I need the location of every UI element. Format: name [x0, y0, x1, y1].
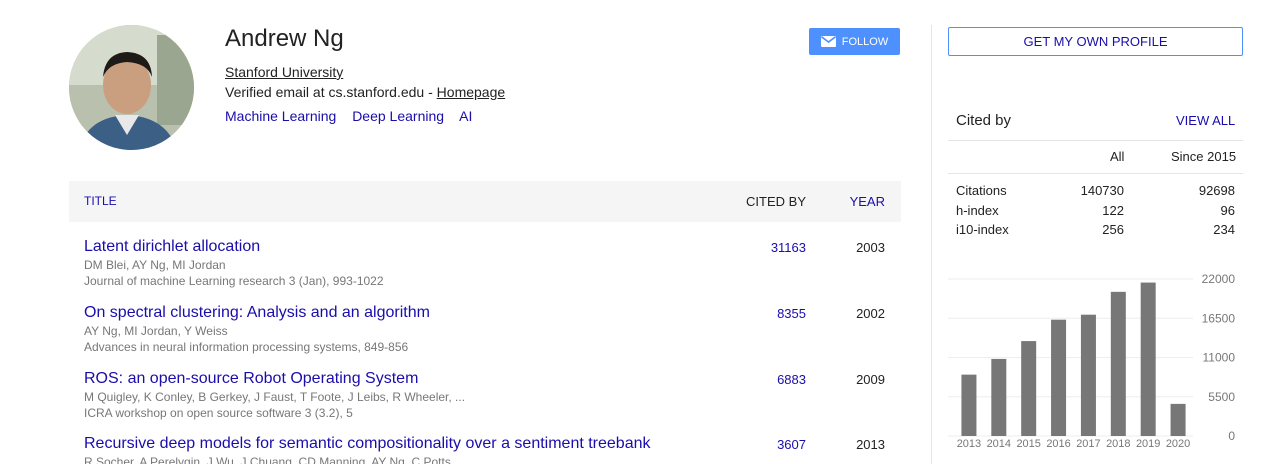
follow-label: FOLLOW — [841, 35, 889, 48]
bar — [1080, 314, 1096, 436]
article-cited-by-link[interactable]: 6883 — [777, 372, 806, 387]
homepage-link[interactable]: Homepage — [437, 84, 506, 100]
profile-photo — [69, 25, 194, 150]
x-tick-label: 2015 — [1016, 438, 1040, 450]
cited-by-title: Cited by — [956, 112, 1012, 129]
divider — [948, 140, 1243, 141]
follow-button[interactable]: FOLLOW — [809, 28, 900, 55]
x-tick-label: 2014 — [987, 438, 1011, 450]
sort-by-cited[interactable]: CITED BY — [746, 194, 806, 209]
y-tick-label: 22000 — [1202, 272, 1236, 286]
interest-ai[interactable]: AI — [459, 108, 472, 124]
x-tick-label: 2019 — [1136, 438, 1160, 450]
article-title-link[interactable]: Latent dirichlet allocation — [84, 238, 260, 256]
verified-email: Verified email at cs.stanford.edu - Home… — [225, 84, 505, 100]
article-year: 2002 — [856, 306, 885, 321]
col-all-header: All — [1110, 149, 1125, 164]
article-row: ROS: an open-source Robot Operating Syst… — [69, 370, 901, 430]
citations-per-year-chart: 22000 16500 11000 5500 0 2013 2014 2015 2016 2017… — [948, 272, 1236, 450]
article-cited-by-link[interactable]: 31163 — [771, 240, 806, 255]
article-year: 2009 — [856, 372, 885, 387]
y-tick-label: 0 — [1228, 429, 1235, 443]
bar — [1051, 319, 1067, 436]
y-tick-label: 11000 — [1203, 351, 1236, 365]
article-row: Recursive deep models for semantic compo… — [69, 435, 901, 464]
divider — [948, 173, 1243, 174]
article-venue: Advances in neural information processin… — [84, 340, 409, 354]
article-authors: R Socher, A Perelygin, J Wu, J Chuang, C… — [84, 455, 451, 464]
column-divider — [931, 25, 932, 464]
stat-row: Citations 140730 92698 — [948, 183, 1243, 203]
bar — [961, 374, 977, 436]
x-tick-label: 2016 — [1046, 438, 1070, 450]
profile-name: Andrew Ng — [225, 25, 344, 52]
article-title-link[interactable]: ROS: an open-source Robot Operating Syst… — [84, 370, 418, 388]
envelope-icon — [820, 36, 836, 47]
bar — [991, 358, 1007, 436]
stat-label: h-index — [956, 203, 999, 218]
get-own-profile-button[interactable]: GET MY OWN PROFILE — [948, 27, 1243, 56]
stat-since: 234 — [1213, 222, 1235, 237]
x-tick-label: 2017 — [1076, 438, 1100, 450]
stat-all: 140730 — [1080, 183, 1124, 198]
x-tick-label: 2020 — [1166, 438, 1190, 450]
bar — [1170, 403, 1186, 436]
article-venue: Journal of machine Learning research 3 (… — [84, 274, 384, 288]
stat-all: 256 — [1102, 222, 1124, 237]
email-text: Verified email at cs.stanford.edu - — [225, 84, 437, 100]
article-cited-by-link[interactable]: 3607 — [777, 437, 806, 452]
affiliation-link[interactable]: Stanford University — [225, 64, 343, 80]
stat-all: 122 — [1102, 203, 1124, 218]
article-authors: M Quigley, K Conley, B Gerkey, J Faust, … — [84, 390, 466, 404]
article-year: 2003 — [856, 240, 885, 255]
col-since-header: Since 2015 — [1171, 149, 1237, 164]
article-authors: DM Blei, AY Ng, MI Jordan — [84, 258, 226, 272]
stat-label: i10-index — [956, 222, 1009, 237]
interest-machine-learning[interactable]: Machine Learning — [225, 108, 336, 124]
article-cited-by-link[interactable]: 8355 — [777, 306, 806, 321]
bar — [1110, 291, 1126, 436]
articles-table-header: TITLE CITED BY YEAR — [69, 181, 901, 222]
y-tick-label: 5500 — [1208, 390, 1235, 404]
article-title-link[interactable]: Recursive deep models for semantic compo… — [84, 435, 651, 453]
x-tick-label: 2013 — [957, 438, 981, 450]
article-title-link[interactable]: On spectral clustering: Analysis and an … — [84, 304, 430, 322]
bar — [1021, 341, 1037, 436]
article-venue: ICRA workshop on open source software 3 … — [84, 406, 353, 420]
interest-deep-learning[interactable]: Deep Learning — [352, 108, 444, 124]
bar — [1140, 282, 1156, 436]
stat-since: 92698 — [1198, 183, 1235, 198]
stat-row: h-index 122 96 — [948, 203, 1243, 223]
research-interests: Machine Learning Deep Learning AI — [225, 108, 484, 124]
stat-label: Citations — [956, 183, 1007, 198]
x-tick-label: 2018 — [1106, 438, 1130, 450]
stat-since: 96 — [1220, 203, 1235, 218]
y-tick-label: 16500 — [1202, 311, 1236, 325]
sort-by-year[interactable]: YEAR — [850, 194, 885, 209]
article-row: On spectral clustering: Analysis and an … — [69, 304, 901, 364]
view-all-link[interactable]: VIEW ALL — [1176, 113, 1235, 128]
article-authors: AY Ng, MI Jordan, Y Weiss — [84, 324, 228, 338]
stat-row: i10-index 256 234 — [948, 222, 1243, 242]
article-year: 2013 — [856, 437, 885, 452]
sort-by-title[interactable]: TITLE — [84, 194, 117, 208]
profile-photo-image — [69, 25, 194, 150]
article-row: Latent dirichlet allocation DM Blei, AY … — [69, 238, 901, 298]
